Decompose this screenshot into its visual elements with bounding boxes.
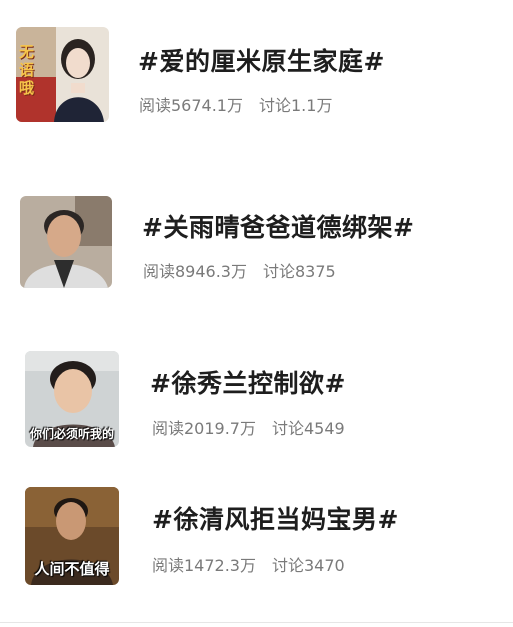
topic-item[interactable]: 你们必须听我的 #徐秀兰控制欲# 阅读2019.7万 讨论4549 xyxy=(0,340,513,460)
discussion-count: 讨论1.1万 xyxy=(259,96,333,115)
topic-item[interactable]: 人间不值得 #徐清风拒当妈宝男# 阅读1472.3万 讨论3470 xyxy=(0,480,513,600)
topic-thumbnail[interactable] xyxy=(20,196,112,288)
topic-title: #徐清风拒当妈宝男# xyxy=(152,505,399,534)
thumbnail-caption: 人间不值得 xyxy=(34,560,110,578)
read-count: 阅读5674.1万 xyxy=(139,96,243,115)
topic-thumbnail[interactable]: 人间不值得 xyxy=(25,487,119,585)
divider xyxy=(0,622,513,623)
read-count: 阅读1472.3万 xyxy=(152,556,256,575)
topic-stats: 阅读1472.3万 讨论3470 xyxy=(152,552,345,576)
topic-title: #徐秀兰控制欲# xyxy=(150,369,346,398)
topic-item[interactable]: #关雨晴爸爸道德绑架# 阅读8946.3万 讨论8375 xyxy=(0,180,513,300)
read-count: 阅读2019.7万 xyxy=(152,419,256,438)
topic-thumbnail[interactable]: 无语哦 xyxy=(16,27,109,122)
topic-item[interactable]: 无语哦 #爱的厘米原生家庭# 阅读5674.1万 讨论1.1万 xyxy=(0,0,513,150)
discussion-count: 讨论8375 xyxy=(263,262,336,281)
discussion-count: 讨论4549 xyxy=(272,419,345,438)
topic-stats: 阅读2019.7万 讨论4549 xyxy=(152,415,345,439)
topic-thumbnail[interactable]: 你们必须听我的 xyxy=(25,351,119,447)
thumbnail-caption: 无语哦 xyxy=(19,43,35,97)
topic-stats: 阅读5674.1万 讨论1.1万 xyxy=(139,92,332,116)
thumbnail-caption: 你们必须听我的 xyxy=(29,427,114,441)
topic-title: #关雨晴爸爸道德绑架# xyxy=(142,213,415,242)
discussion-count: 讨论3470 xyxy=(272,556,345,575)
topic-stats: 阅读8946.3万 讨论8375 xyxy=(143,258,336,282)
read-count: 阅读8946.3万 xyxy=(143,262,247,281)
topic-title: #爱的厘米原生家庭# xyxy=(138,47,385,76)
